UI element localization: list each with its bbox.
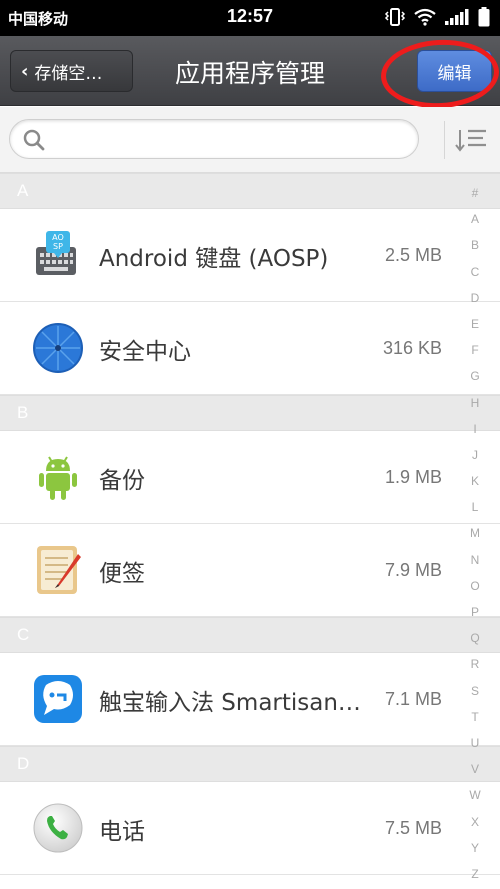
index-letter[interactable]: T — [462, 704, 488, 730]
index-letter[interactable]: U — [462, 730, 488, 756]
app-size: 1.9 MB — [384, 467, 442, 487]
phone-icon — [32, 802, 84, 854]
wifi-icon — [414, 8, 436, 26]
index-letter[interactable]: N — [462, 547, 488, 573]
index-letter[interactable]: M — [462, 520, 488, 546]
list-item[interactable]: 触宝输入法 Smartisan… 7.1 MB — [0, 653, 500, 746]
android-robot-icon — [32, 451, 84, 503]
app-size: 7.1 MB — [384, 689, 442, 709]
app-name: 便签 — [99, 561, 145, 587]
list-item[interactable]: 电话 7.5 MB — [0, 782, 500, 875]
index-letter[interactable]: R — [462, 651, 488, 677]
sort-list-icon — [455, 129, 486, 152]
index-letter[interactable]: H — [462, 390, 488, 416]
index-letter[interactable]: V — [462, 756, 488, 782]
section-header-c: C — [0, 617, 500, 653]
app-name: 电话 — [99, 819, 145, 845]
search-icon — [22, 128, 46, 157]
index-letter[interactable]: K — [462, 468, 488, 494]
index-letter[interactable]: J — [462, 442, 488, 468]
list-item[interactable]: 安全中心 316 KB — [0, 302, 500, 395]
app-name: 备份 — [99, 468, 145, 494]
index-letter[interactable]: Y — [462, 835, 488, 861]
index-letter[interactable]: P — [462, 599, 488, 625]
section-header-a: A — [0, 173, 500, 209]
index-letter[interactable]: D — [462, 285, 488, 311]
index-letter[interactable]: F — [462, 337, 488, 363]
app-list: A AO SP Android 键盘 (AOSP) 2.5 MB 安全中心 31… — [0, 173, 500, 875]
index-letter[interactable]: O — [462, 573, 488, 599]
status-bar: 中国移动 12:57 — [0, 0, 500, 36]
title-bar: ‹ 存储空… 应用程序管理 编辑 — [0, 36, 500, 106]
keyboard-icon: AO SP — [32, 229, 84, 281]
index-letter[interactable]: Q — [462, 625, 488, 651]
index-letter[interactable]: # — [462, 180, 488, 206]
notepad-icon — [32, 544, 84, 596]
index-letter[interactable]: B — [462, 232, 488, 258]
list-item[interactable]: 备份 1.9 MB — [0, 431, 500, 524]
search-input[interactable] — [54, 126, 404, 152]
section-header-b: B — [0, 395, 500, 431]
touchpal-icon — [32, 673, 84, 725]
edit-button[interactable]: 编辑 — [417, 50, 492, 92]
status-icons — [384, 7, 490, 27]
index-letter[interactable]: W — [462, 782, 488, 808]
app-name: 触宝输入法 Smartisan… — [99, 690, 361, 716]
app-size: 7.5 MB — [384, 818, 442, 838]
section-header-d: D — [0, 746, 500, 782]
index-letter[interactable]: Z — [462, 861, 488, 887]
vibrate-icon — [384, 7, 406, 27]
search-bar — [0, 107, 500, 173]
index-letter[interactable]: X — [462, 809, 488, 835]
svg-text:SP: SP — [53, 242, 63, 251]
battery-icon — [478, 7, 490, 27]
alphabet-index-bar[interactable]: # A B C D E F G H I J K L M N O P Q R S T U V W X Y Z — [462, 180, 488, 889]
index-letter[interactable]: A — [462, 206, 488, 232]
list-item[interactable]: AO SP Android 键盘 (AOSP) 2.5 MB — [0, 209, 500, 302]
search-box[interactable] — [9, 119, 419, 159]
index-letter[interactable]: S — [462, 678, 488, 704]
index-letter[interactable]: G — [462, 363, 488, 389]
app-size: 316 KB — [382, 338, 442, 358]
signal-icon — [444, 8, 470, 26]
divider — [444, 121, 445, 159]
app-name: Android 键盘 (AOSP) — [99, 246, 329, 272]
app-size: 2.5 MB — [384, 245, 442, 265]
index-letter[interactable]: E — [462, 311, 488, 337]
app-name: 安全中心 — [99, 339, 191, 365]
sort-button[interactable] — [455, 127, 491, 155]
index-letter[interactable]: L — [462, 494, 488, 520]
list-item[interactable]: 便签 7.9 MB — [0, 524, 500, 617]
security-umbrella-icon — [32, 322, 84, 374]
index-letter[interactable]: C — [462, 259, 488, 285]
app-size: 7.9 MB — [384, 560, 442, 580]
index-letter[interactable]: I — [462, 416, 488, 442]
svg-text:AO: AO — [52, 233, 64, 242]
